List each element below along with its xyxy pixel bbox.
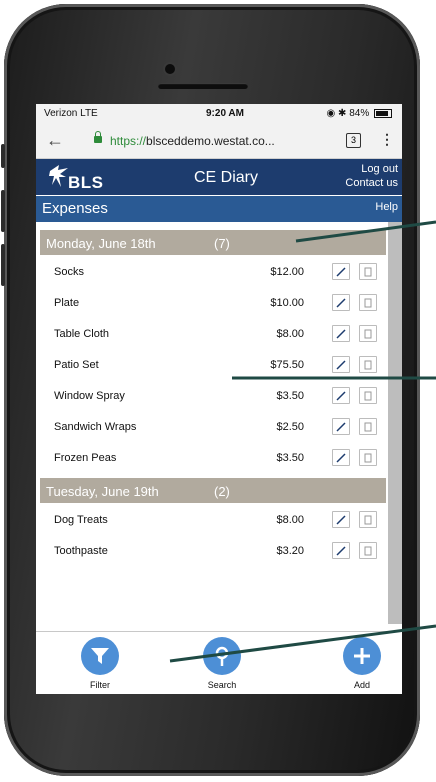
callout-line-day-header [295,220,436,243]
callout-lines [169,220,436,663]
callout-line-bottom-nav [169,624,436,663]
